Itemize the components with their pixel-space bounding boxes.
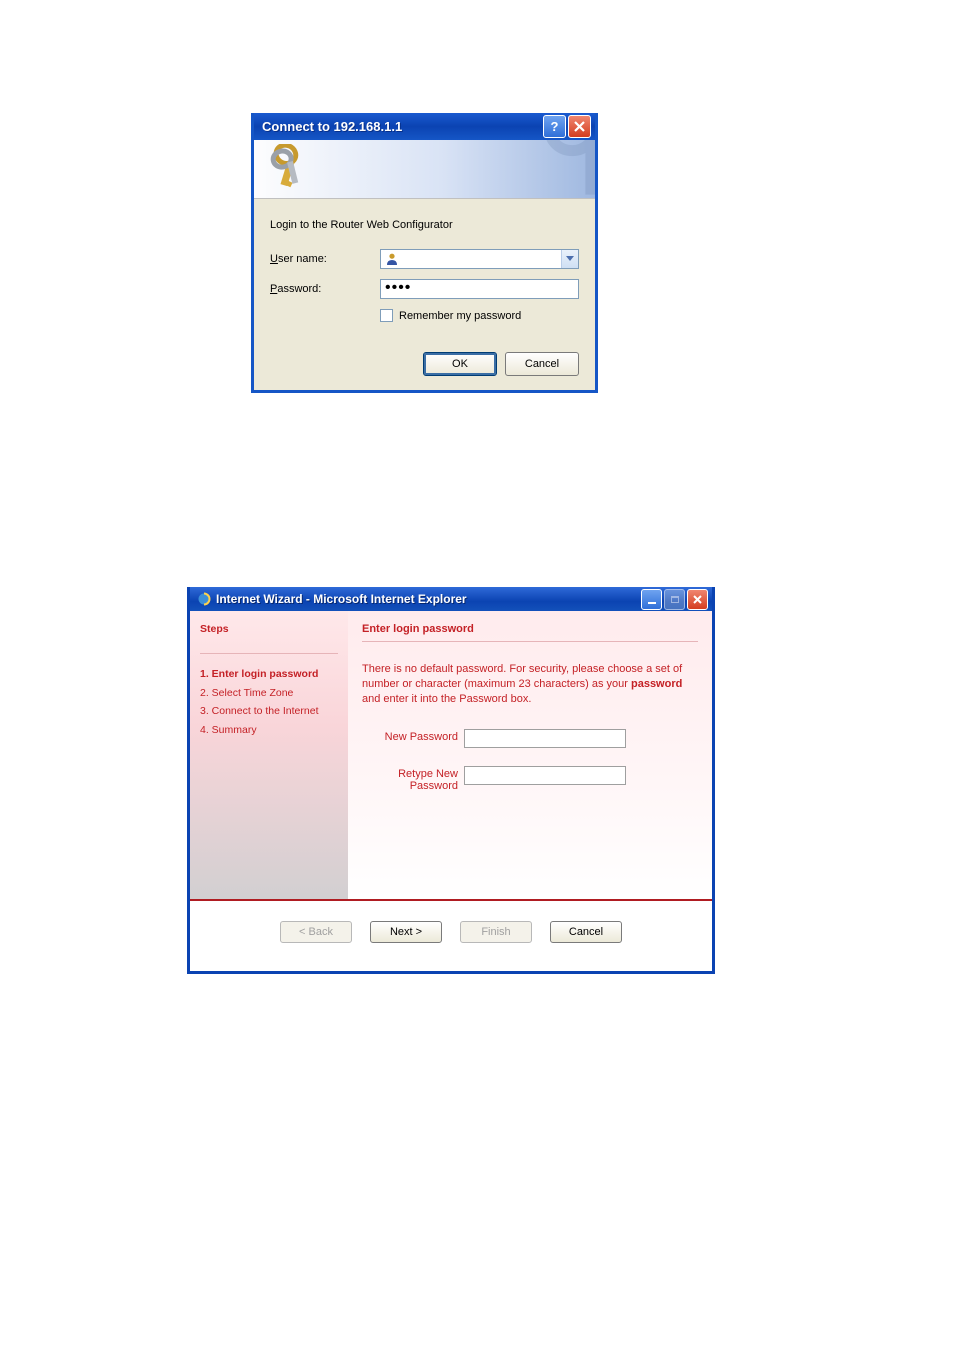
dialog-body: Login to the Router Web Configurator Use… (254, 199, 595, 390)
new-password-row: New Password (362, 729, 698, 748)
step-2: 2. Select Time Zone (200, 687, 338, 701)
password-label: Password: (270, 283, 380, 295)
remember-checkbox[interactable] (380, 309, 393, 322)
dropdown-icon[interactable] (561, 250, 578, 268)
cancel-button[interactable]: Cancel (505, 352, 579, 376)
divider (362, 641, 698, 642)
step-1: 1. Enter login password (200, 668, 338, 682)
close-icon[interactable] (568, 115, 591, 138)
ie-icon (196, 591, 212, 607)
next-button[interactable]: Next > (370, 921, 442, 943)
divider (200, 653, 338, 654)
password-row: Password: •••• (270, 279, 579, 299)
ok-button[interactable]: OK (423, 352, 497, 376)
cancel-button[interactable]: Cancel (550, 921, 622, 943)
remember-row: Remember my password (380, 309, 579, 322)
connect-dialog: Connect to 192.168.1.1 ? (251, 113, 598, 393)
keys-icon (266, 144, 312, 197)
window-title: Internet Wizard - Microsoft Internet Exp… (216, 592, 639, 606)
description-text: There is no default password. For securi… (362, 662, 698, 707)
remember-label: Remember my password (399, 310, 521, 322)
new-password-label: New Password (362, 729, 464, 743)
help-icon[interactable]: ? (543, 115, 566, 138)
wizard-content: Enter login password There is no default… (348, 611, 712, 899)
page-heading: Enter login password (362, 623, 698, 635)
finish-button: Finish (460, 921, 532, 943)
title-bar[interactable]: Internet Wizard - Microsoft Internet Exp… (190, 587, 712, 611)
steps-sidebar: Steps 1. Enter login password 2. Select … (190, 611, 348, 899)
username-row: User name: (270, 249, 579, 269)
steps-heading: Steps (200, 623, 338, 635)
wizard-footer: < Back Next > Finish Cancel (190, 899, 712, 971)
back-button: < Back (280, 921, 352, 943)
new-password-input[interactable] (464, 729, 626, 748)
window-title: Connect to 192.168.1.1 (262, 119, 541, 134)
password-input[interactable]: •••• (380, 279, 579, 299)
username-label: User name: (270, 253, 380, 265)
maximize-icon[interactable] (664, 589, 685, 610)
prompt-text: Login to the Router Web Configurator (270, 219, 579, 231)
user-icon (381, 252, 403, 266)
watermark-key-icon (541, 140, 595, 199)
button-row: OK Cancel (270, 352, 579, 376)
retype-password-label: Retype New Password (362, 766, 464, 792)
step-4: 4. Summary (200, 724, 338, 738)
username-input[interactable] (380, 249, 579, 269)
wizard-window: Internet Wizard - Microsoft Internet Exp… (187, 587, 715, 974)
x-icon (574, 121, 585, 132)
close-icon[interactable] (687, 589, 708, 610)
minimize-icon[interactable] (641, 589, 662, 610)
retype-password-row: Retype New Password (362, 766, 698, 792)
banner-image (254, 140, 595, 199)
wizard-body: Steps 1. Enter login password 2. Select … (190, 611, 712, 899)
step-3: 3. Connect to the Internet (200, 705, 338, 719)
title-bar[interactable]: Connect to 192.168.1.1 ? (254, 113, 595, 140)
retype-password-input[interactable] (464, 766, 626, 785)
